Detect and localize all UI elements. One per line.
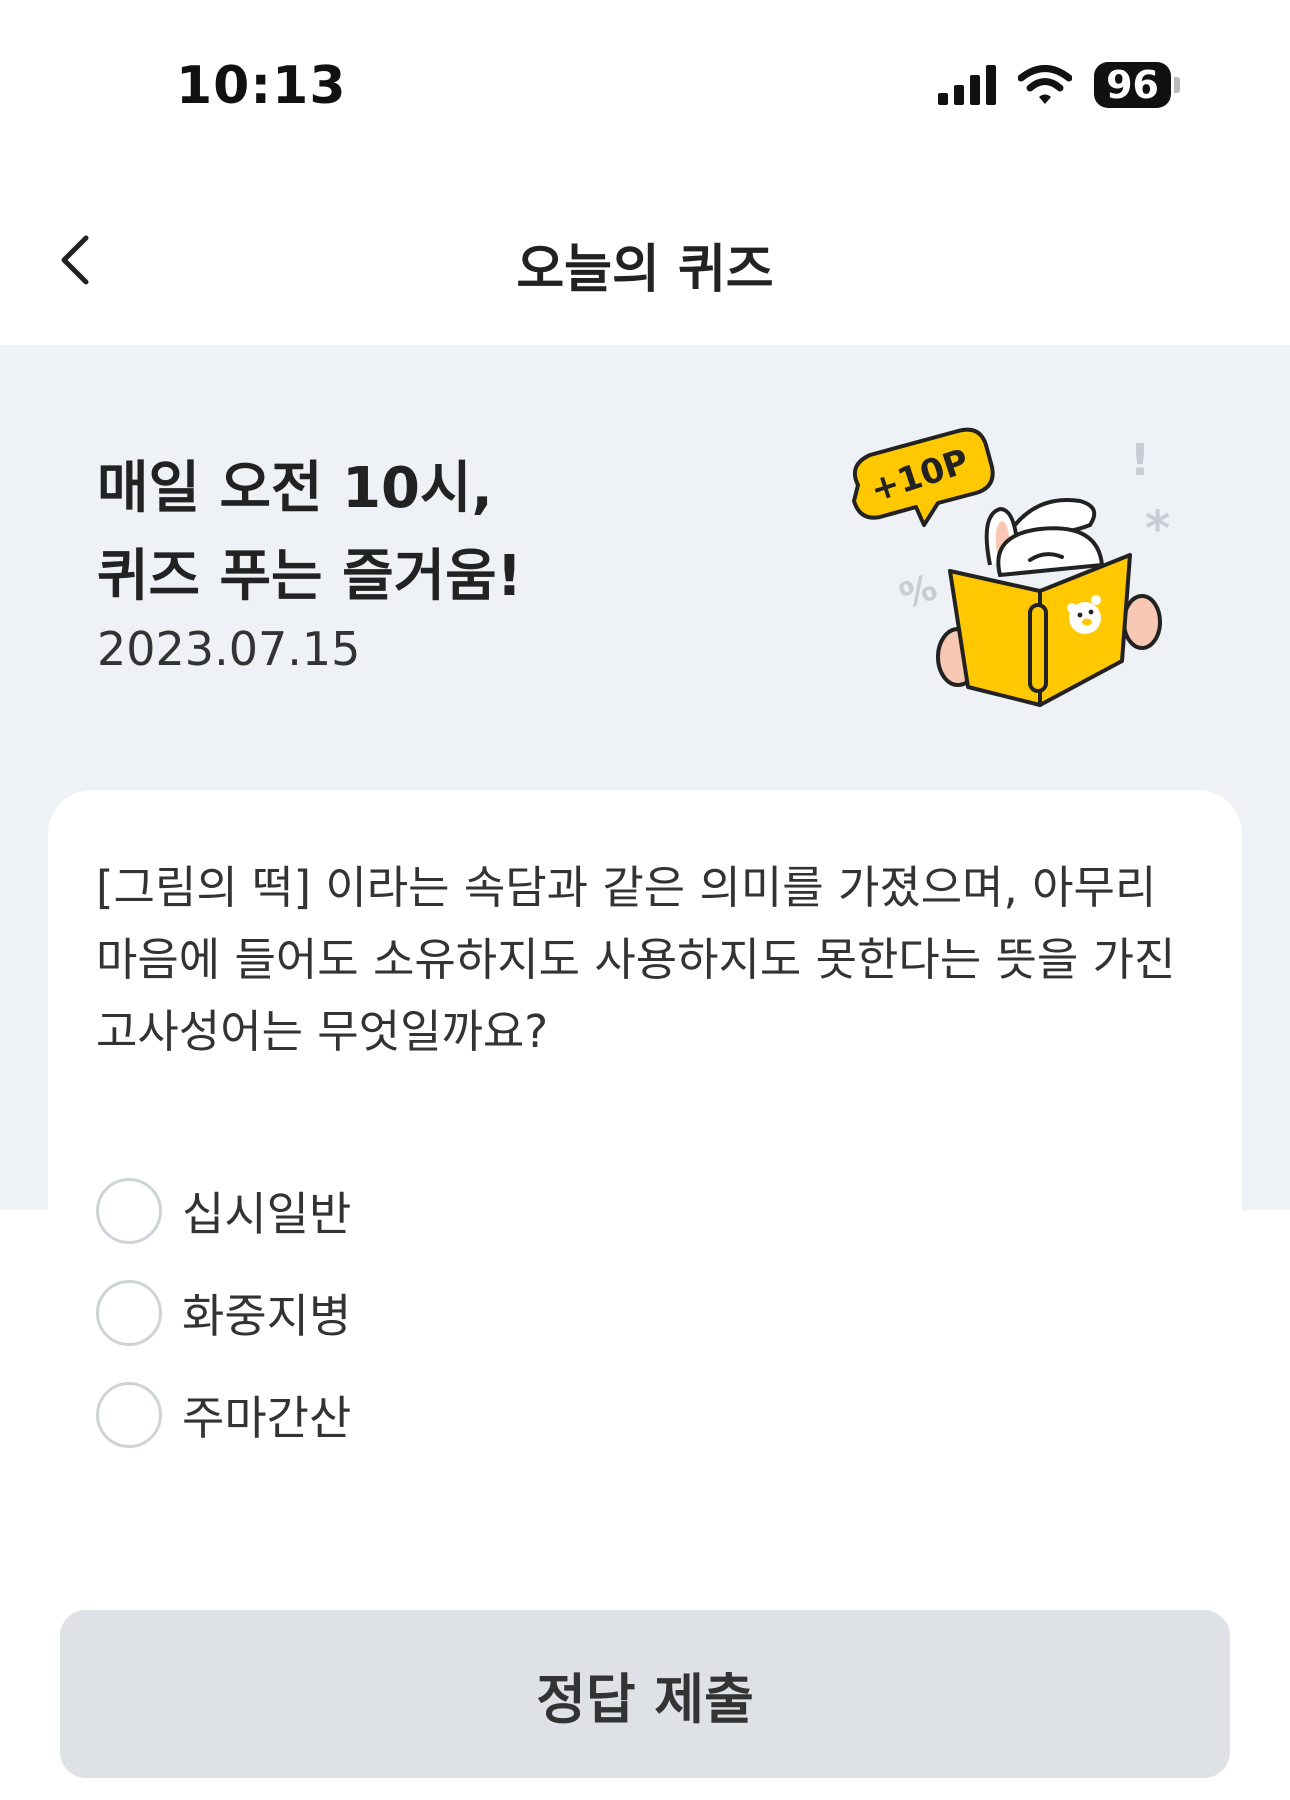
quiz-date: 2023.07.15 [97, 622, 361, 676]
quiz-question: [그림의 떡] 이라는 속담과 같은 의미를 가졌으며, 아무리 마음에 들어도… [96, 852, 1196, 1068]
page-title: 오늘의 퀴즈 [516, 240, 774, 300]
submit-answer-button[interactable]: 정답 제출 [60, 1610, 1230, 1778]
answer-options: 십시일반 화중지병 주마간산 [96, 1160, 351, 1466]
mascot-reading-book-illustration: +10P ! * % [852, 427, 1170, 707]
question-line3: 고사성어는 무엇일까요? [96, 1005, 549, 1058]
question-line1: [그림의 떡] 이라는 속담과 같은 의미를 가졌으며, 아무리 [96, 861, 1157, 914]
exclamation-decoration: ! [1130, 435, 1150, 486]
answer-option-1[interactable]: 십시일반 [96, 1160, 351, 1262]
submit-answer-label: 정답 제출 [536, 1667, 754, 1731]
hero-title-line1: 매일 오전 10시, [97, 456, 493, 521]
radio-button[interactable] [96, 1382, 162, 1448]
battery-indicator: 96 [1094, 62, 1180, 108]
points-badge: +10P [852, 427, 995, 527]
wifi-icon [1018, 65, 1073, 104]
nav-bar: 오늘의 퀴즈 [0, 175, 1290, 345]
radio-button[interactable] [96, 1178, 162, 1244]
percent-decoration: % [894, 567, 942, 618]
hero-title-line2: 퀴즈 푸는 즐거움! [97, 544, 523, 609]
answer-option-2[interactable]: 화중지병 [96, 1262, 351, 1364]
answer-option-label: 화중지병 [182, 1289, 352, 1343]
radio-button[interactable] [96, 1280, 162, 1346]
signal-icon [938, 65, 997, 105]
status-icons: 96 [938, 62, 1180, 108]
answer-option-label: 십시일반 [182, 1187, 352, 1241]
asterisk-decoration: * [1145, 501, 1170, 557]
status-time: 10:13 [176, 56, 347, 116]
answer-option-label: 주마간산 [182, 1391, 352, 1445]
battery-nub [1174, 77, 1180, 93]
battery-level: 96 [1094, 62, 1171, 108]
answer-option-3[interactable]: 주마간산 [96, 1364, 351, 1466]
status-bar: 10:13 96 [0, 0, 1290, 175]
hero-title: 매일 오전 10시, 퀴즈 푸는 즐거움! [97, 445, 522, 621]
question-line2: 마음에 들어도 소유하지도 사용하지도 못한다는 뜻을 가진 [96, 933, 1176, 986]
